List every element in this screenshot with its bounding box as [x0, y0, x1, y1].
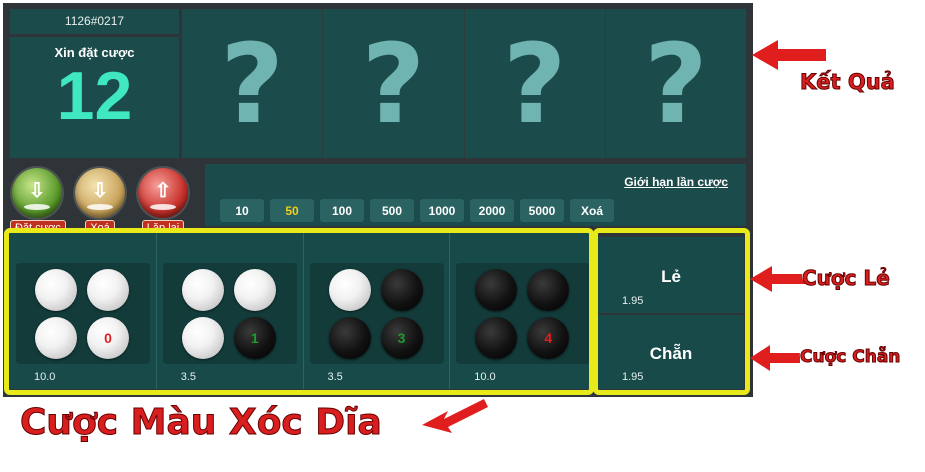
result-panels: ? ? ? ? [182, 9, 746, 158]
round-id: 1126#0217 [10, 9, 179, 34]
bet-limit-link[interactable]: Giới hạn lần cược [624, 175, 728, 189]
odd-even-highlight [593, 228, 750, 395]
even-arrow-icon [750, 345, 800, 371]
chip-row: 10 50 100 500 1000 2000 5000 Xoá [220, 199, 614, 222]
result-cell-1: ? [182, 9, 322, 158]
upload-icon: ⇧ [138, 168, 188, 218]
result-unknown-1: ? [220, 19, 285, 148]
game-screen: 1126#0217 Xin đặt cược 12 ? ? ? ? ⇩ Đặt … [0, 0, 925, 472]
result-cell-3: ? [463, 9, 605, 158]
color-bet-highlight [4, 228, 594, 395]
chip-100[interactable]: 100 [320, 199, 364, 222]
result-annotation: Kết Quả [800, 70, 896, 95]
chip-1000[interactable]: 1000 [420, 199, 464, 222]
result-unknown-3: ? [502, 19, 567, 148]
countdown-panel: Xin đặt cược 12 [10, 37, 179, 158]
chip-5000[interactable]: 5000 [520, 199, 564, 222]
repeat-button[interactable]: ⇧ Lặp lại [136, 168, 190, 236]
chip-10[interactable]: 10 [220, 199, 264, 222]
place-bet-button[interactable]: ⇩ Đặt cược [10, 168, 66, 236]
chip-500[interactable]: 500 [370, 199, 414, 222]
result-cell-4: ? [604, 9, 746, 158]
color-bet-arrow-icon [422, 399, 488, 433]
chip-50[interactable]: 50 [270, 199, 314, 222]
odd-arrow-icon [750, 266, 808, 292]
result-unknown-4: ? [643, 19, 708, 148]
clear-icon: ⇩ [75, 168, 125, 218]
chip-2000[interactable]: 2000 [470, 199, 514, 222]
color-bet-annotation: Cược Màu Xóc Dĩa [20, 402, 383, 444]
odd-annotation: Cược Lẻ [802, 266, 891, 291]
download-icon: ⇩ [12, 168, 62, 218]
result-cell-2: ? [322, 9, 463, 158]
countdown-timer: 12 [56, 58, 133, 134]
chip-panel: Giới hạn lần cược 10 50 100 500 1000 200… [205, 164, 746, 226]
clear-button[interactable]: ⇩ Xoá [73, 168, 127, 236]
even-annotation: Cược Chẵn [799, 347, 901, 368]
chip-clear[interactable]: Xoá [570, 199, 614, 222]
result-unknown-2: ? [361, 19, 426, 148]
result-arrow-icon [752, 40, 826, 70]
